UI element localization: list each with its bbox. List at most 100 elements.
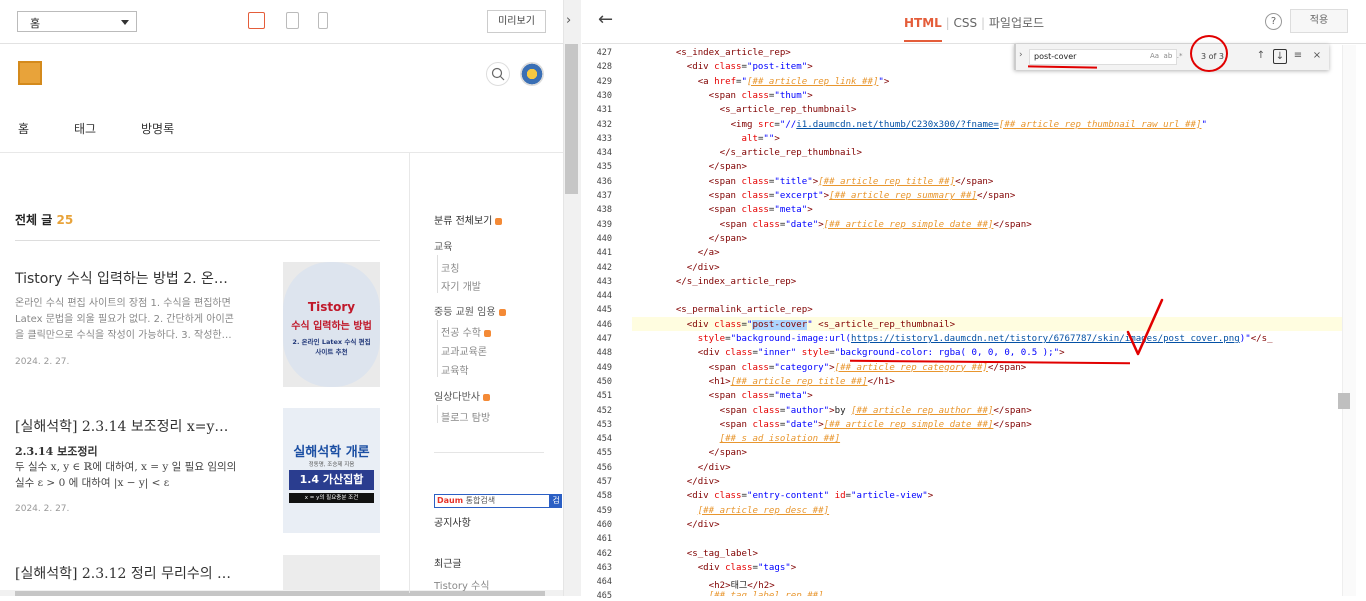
annotation-circle — [1190, 35, 1228, 72]
category-item[interactable]: 전공 수학 — [441, 324, 491, 339]
code-token: class — [741, 391, 769, 402]
preview-scrollbar-thumb[interactable] — [565, 44, 578, 194]
nav-home[interactable]: 홈 — [18, 120, 29, 137]
mobile-view-icon[interactable] — [318, 12, 328, 29]
tab-file-upload[interactable]: 파일업로드 — [989, 16, 1044, 30]
post-thumbnail[interactable]: 실해석학 개론 정동명, 조승제 지음 1.4 가산집합 x = y의 필요충분… — [283, 408, 380, 533]
line-number: 453 — [596, 419, 612, 430]
post-thumbnail[interactable] — [283, 555, 380, 590]
tablet-view-icon[interactable] — [286, 12, 299, 29]
avatar[interactable] — [520, 62, 544, 86]
regex-icon[interactable]: .* — [1177, 52, 1183, 60]
post-title[interactable]: [실해석학] 2.3.14 보조정리 x=y… — [15, 416, 265, 436]
post-title[interactable]: Tistory 수식 입력하는 방법 2. 온… — [15, 268, 265, 288]
desktop-view-icon[interactable] — [248, 12, 265, 29]
category-item[interactable]: 코칭 — [441, 260, 459, 275]
code-token: style — [801, 348, 830, 359]
code-line: <span class="excerpt">[##_article_rep_su… — [632, 191, 1016, 201]
code-token: class — [741, 362, 769, 373]
editor-scrollbar-thumb[interactable] — [1338, 393, 1350, 409]
chevron-right-icon[interactable]: › — [1019, 50, 1023, 60]
line-number: 457 — [596, 477, 612, 487]
code-token: </span> — [993, 405, 1032, 416]
code-token: [##_article_rep_simple_date_##] — [823, 419, 994, 430]
apply-button[interactable]: 적용 — [1290, 9, 1348, 33]
category-group-label: 일상다반사 — [434, 392, 480, 403]
category-item[interactable]: 블로그 탐방 — [441, 409, 490, 424]
line-number: 449 — [596, 362, 612, 373]
code-editor[interactable]: <s_index_article_rep> <div class="post-i… — [632, 45, 1342, 596]
nav-tag[interactable]: 태그 — [74, 120, 96, 137]
code-token: "meta" — [774, 205, 808, 216]
code-token: class — [741, 90, 769, 101]
code-token: > — [807, 205, 813, 216]
post-date: 2024. 2. 27. — [15, 357, 70, 367]
chevron-right-icon[interactable]: › — [566, 13, 571, 28]
tab-html[interactable]: HTML — [904, 16, 942, 42]
tab-css[interactable]: CSS — [954, 16, 978, 30]
close-icon[interactable]: × — [1310, 49, 1324, 64]
code-token: class — [714, 319, 742, 330]
post-title[interactable]: [실해석학] 2.3.12 정리 무리수의 … — [15, 563, 265, 583]
category-group[interactable]: 교육 — [434, 238, 452, 253]
daum-search-button[interactable]: 검 — [550, 494, 562, 508]
editor-scrollbar[interactable] — [1342, 45, 1356, 596]
thumb-text: 정동명, 조승제 지음 — [308, 462, 355, 468]
code-token: <span — [719, 219, 753, 230]
search-button[interactable] — [486, 62, 510, 86]
help-icon[interactable]: ? — [1265, 13, 1282, 30]
category-group[interactable]: 일상다반사 — [434, 388, 490, 403]
page-select[interactable]: 홈 — [17, 11, 137, 32]
chevron-down-icon — [121, 20, 129, 25]
match-case-icon[interactable]: Aa — [1150, 52, 1159, 60]
nav-guestbook[interactable]: 방명록 — [141, 120, 174, 137]
code-token: [##_article_rep_title_##] — [818, 176, 956, 187]
category-item[interactable]: 교육학 — [441, 362, 469, 377]
code-line: <s_tag_label> — [632, 549, 758, 559]
code-token: </h2> — [747, 581, 775, 592]
code-token: <h1> — [708, 376, 731, 387]
find-previous-icon[interactable]: ↑ — [1254, 49, 1268, 64]
find-next-icon[interactable]: ↓ — [1273, 49, 1287, 64]
code-token: "title" — [774, 176, 813, 187]
blog-logo[interactable] — [18, 61, 42, 85]
code-token: </s_index_article_rep> — [675, 276, 797, 287]
match-word-icon[interactable]: ab — [1164, 52, 1173, 60]
new-badge-icon — [498, 308, 506, 316]
recent-item[interactable]: Tistory 수식 — [434, 577, 489, 592]
category-group[interactable]: 중등 교원 임용 — [434, 303, 506, 318]
code-token: </span> — [987, 362, 1027, 373]
back-arrow-icon[interactable]: ← — [598, 9, 613, 30]
category-item[interactable]: 교과교육론 — [441, 343, 487, 358]
category-item[interactable]: 자기 개발 — [441, 278, 481, 293]
code-line: <s_article_rep_thumbnail> — [632, 105, 857, 115]
code-line: </s_index_article_rep> — [632, 277, 796, 287]
code-line: <div class="tags"> — [632, 563, 797, 573]
code-line: <img src="//i1.daumcdn.net/thumb/C230x30… — [632, 120, 1207, 130]
thumb-text: 수식 입력하는 방법 — [291, 321, 372, 332]
page-select-value: 홈 — [30, 17, 41, 30]
post-thumbnail[interactable]: Tistory 수식 입력하는 방법 2. 온라인 Latex 수식 편집 사이… — [283, 262, 380, 387]
code-token: "author" — [785, 405, 830, 416]
code-line: alt=""> — [632, 134, 780, 144]
category-group-label: 중등 교원 임용 — [434, 307, 496, 318]
find-in-selection-icon[interactable]: ≡ — [1291, 49, 1305, 64]
code-token: class — [714, 491, 742, 502]
category-all[interactable]: 분류 전체보기 — [434, 212, 503, 227]
code-token: "inner" — [757, 348, 797, 359]
line-number: 465 — [596, 591, 612, 601]
code-token: "category" — [774, 362, 830, 373]
code-token: [##_article_rep_author_##] — [851, 405, 994, 416]
code-token: style — [697, 334, 726, 344]
code-token: "// — [779, 119, 797, 130]
preview-button[interactable]: 미리보기 — [487, 10, 546, 33]
daum-search-input[interactable]: Daum 통합검색 — [434, 494, 550, 508]
